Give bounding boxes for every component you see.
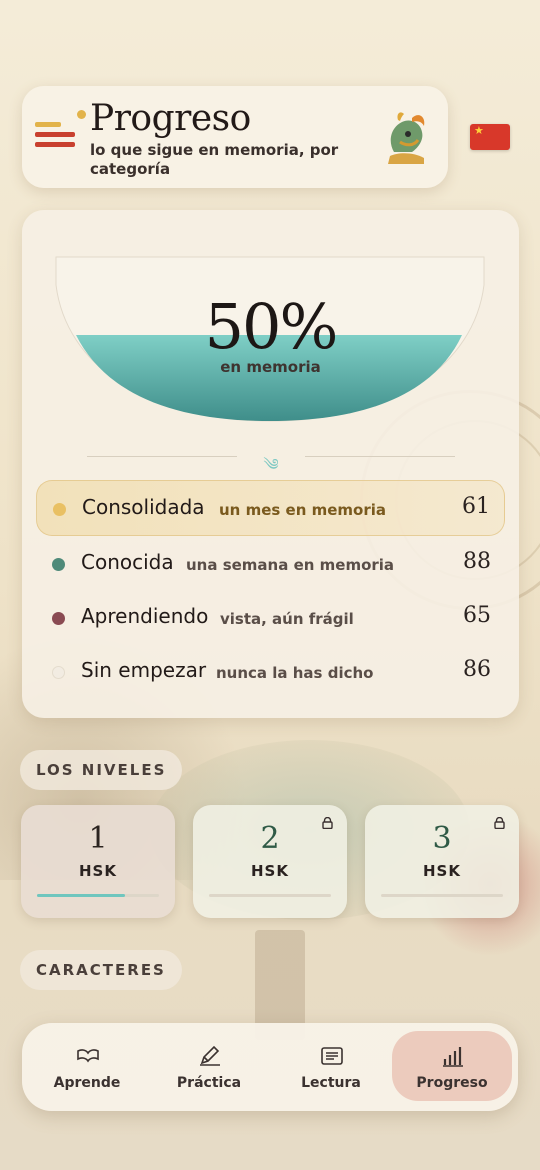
- category-count: 86: [463, 657, 491, 682]
- level-progress-bar: [381, 894, 503, 897]
- level-number: 2: [260, 821, 280, 856]
- category-list: Consolidada un mes en memoria 61 Conocid…: [36, 480, 505, 698]
- levels-section-label: LOS NIVELES: [20, 750, 183, 790]
- nav-label: Lectura: [301, 1075, 361, 1091]
- nav-item-practica[interactable]: Práctica: [149, 1031, 269, 1101]
- nav-label: Progreso: [416, 1075, 488, 1091]
- progress-card: 50% en memoria ༄ Consolidada un mes en m…: [22, 210, 519, 718]
- category-description: una semana en memoria: [186, 556, 395, 574]
- level-label: HSK: [423, 862, 461, 880]
- bar-chart-icon: [443, 1047, 463, 1067]
- category-count: 88: [463, 549, 491, 574]
- language-flag-icon[interactable]: ★: [470, 124, 510, 150]
- category-row-conocida[interactable]: Conocida una semana en memoria 88: [36, 536, 505, 590]
- level-number: 3: [432, 821, 452, 856]
- status-dot: [52, 558, 65, 571]
- memory-percentage: 50%: [204, 290, 339, 363]
- level-number: 1: [88, 821, 108, 856]
- category-count: 65: [463, 603, 491, 628]
- level-card-3[interactable]: 3 HSK: [365, 805, 519, 918]
- nav-item-aprende[interactable]: Aprende: [27, 1031, 147, 1101]
- category-name: Conocida: [81, 550, 174, 574]
- notification-dot: [77, 110, 86, 119]
- category-name: Consolidada: [82, 495, 205, 519]
- swirl-icon: ༄: [263, 455, 279, 474]
- bottom-nav: Aprende Práctica Lectura Progreso: [22, 1023, 518, 1111]
- reading-icon: [321, 1047, 343, 1065]
- pencil-icon: [200, 1045, 220, 1066]
- level-label: HSK: [79, 862, 117, 880]
- book-icon: [77, 1049, 99, 1063]
- level-progress-fill: [37, 894, 125, 897]
- category-description: vista, aún frágil: [220, 610, 354, 628]
- level-card-2[interactable]: 2 HSK: [193, 805, 347, 918]
- nav-item-progreso[interactable]: Progreso: [392, 1031, 512, 1101]
- level-progress-bar: [37, 894, 159, 897]
- status-dot: [53, 503, 66, 516]
- nav-label: Práctica: [176, 1075, 242, 1091]
- level-card-1[interactable]: 1 HSK: [21, 805, 175, 918]
- memory-caption: en memoria: [220, 358, 321, 376]
- level-label: HSK: [251, 862, 289, 880]
- category-description: un mes en memoria: [219, 501, 387, 519]
- nav-label: Aprende: [53, 1075, 121, 1091]
- characters-section-label: CARACTERES: [20, 950, 182, 990]
- page-subtitle: lo que sigue en memoria, por categoría: [90, 141, 339, 178]
- status-dot: [52, 612, 65, 625]
- category-name: Aprendiendo: [81, 604, 209, 628]
- category-name: Sin empezar: [81, 658, 207, 682]
- nav-item-lectura[interactable]: Lectura: [271, 1031, 391, 1101]
- category-count: 61: [462, 494, 490, 519]
- menu-icon[interactable]: [35, 122, 75, 152]
- header-card: Progreso lo que sigue en memoria, por ca…: [22, 86, 448, 188]
- category-row-aprendiendo[interactable]: Aprendiendo vista, aún frágil 65: [36, 590, 505, 644]
- page-title: Progreso: [90, 98, 251, 139]
- divider: ༄: [87, 455, 455, 474]
- status-dot: [52, 666, 65, 679]
- level-progress-bar: [209, 894, 331, 897]
- dragon-mascot-icon[interactable]: [378, 108, 434, 164]
- category-row-sin-empezar[interactable]: Sin empezar nunca la has dicho 86: [36, 644, 505, 698]
- category-row-consolidada[interactable]: Consolidada un mes en memoria 61: [36, 480, 505, 536]
- category-description: nunca la has dicho: [216, 664, 374, 682]
